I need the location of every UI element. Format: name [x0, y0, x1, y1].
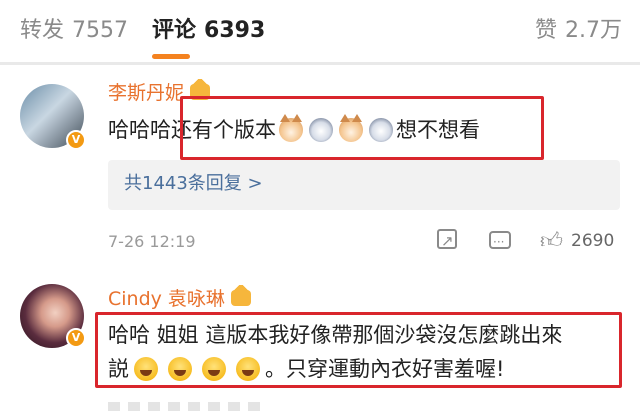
comment-username[interactable]: Cindy 袁咏琳 [108, 285, 251, 312]
replies-count-text: 共1443条回复 > [124, 173, 263, 194]
tab-bar: 转发 7557 评论 6393 赞 2.7万 [0, 0, 640, 62]
crown-icon [230, 285, 251, 306]
highlight-box [95, 312, 622, 388]
comment-text-prefix: 哈哈哈 [108, 118, 171, 142]
thumbs-up-icon: 👍︎ [540, 229, 563, 254]
active-tab-indicator [152, 54, 190, 59]
tab-comments[interactable]: 评论 6393 [152, 16, 265, 46]
verified-badge-icon: V [66, 130, 86, 150]
share-icon [437, 226, 457, 256]
replies-link[interactable]: 共1443条回复 > [108, 160, 620, 210]
share-button[interactable] [437, 226, 457, 256]
tab-repost[interactable]: 转发 7557 [20, 16, 128, 46]
tab-repost-label: 转发 [20, 18, 65, 43]
tab-likes-label: 赞 [534, 18, 557, 43]
comment-icon [489, 227, 511, 257]
truncated-content [108, 402, 268, 411]
tab-likes-count: 2.7万 [565, 18, 622, 43]
highlight-box [180, 96, 544, 160]
verified-badge-icon: V [66, 328, 86, 348]
tab-likes[interactable]: 赞 2.7万 [535, 16, 622, 46]
divider [0, 62, 640, 65]
tab-comments-count: 6393 [204, 18, 266, 43]
username-text: 李斯丹妮 [108, 82, 185, 104]
username-text: Cindy 袁咏琳 [108, 288, 225, 310]
tab-repost-count: 7557 [72, 18, 129, 43]
like-count: 2690 [571, 231, 615, 251]
comment-timestamp: 7-26 12:19 [108, 232, 196, 251]
like-button[interactable]: 👍︎ 2690 [540, 226, 614, 257]
reply-button[interactable] [489, 226, 511, 257]
tab-comments-label: 评论 [152, 18, 197, 43]
